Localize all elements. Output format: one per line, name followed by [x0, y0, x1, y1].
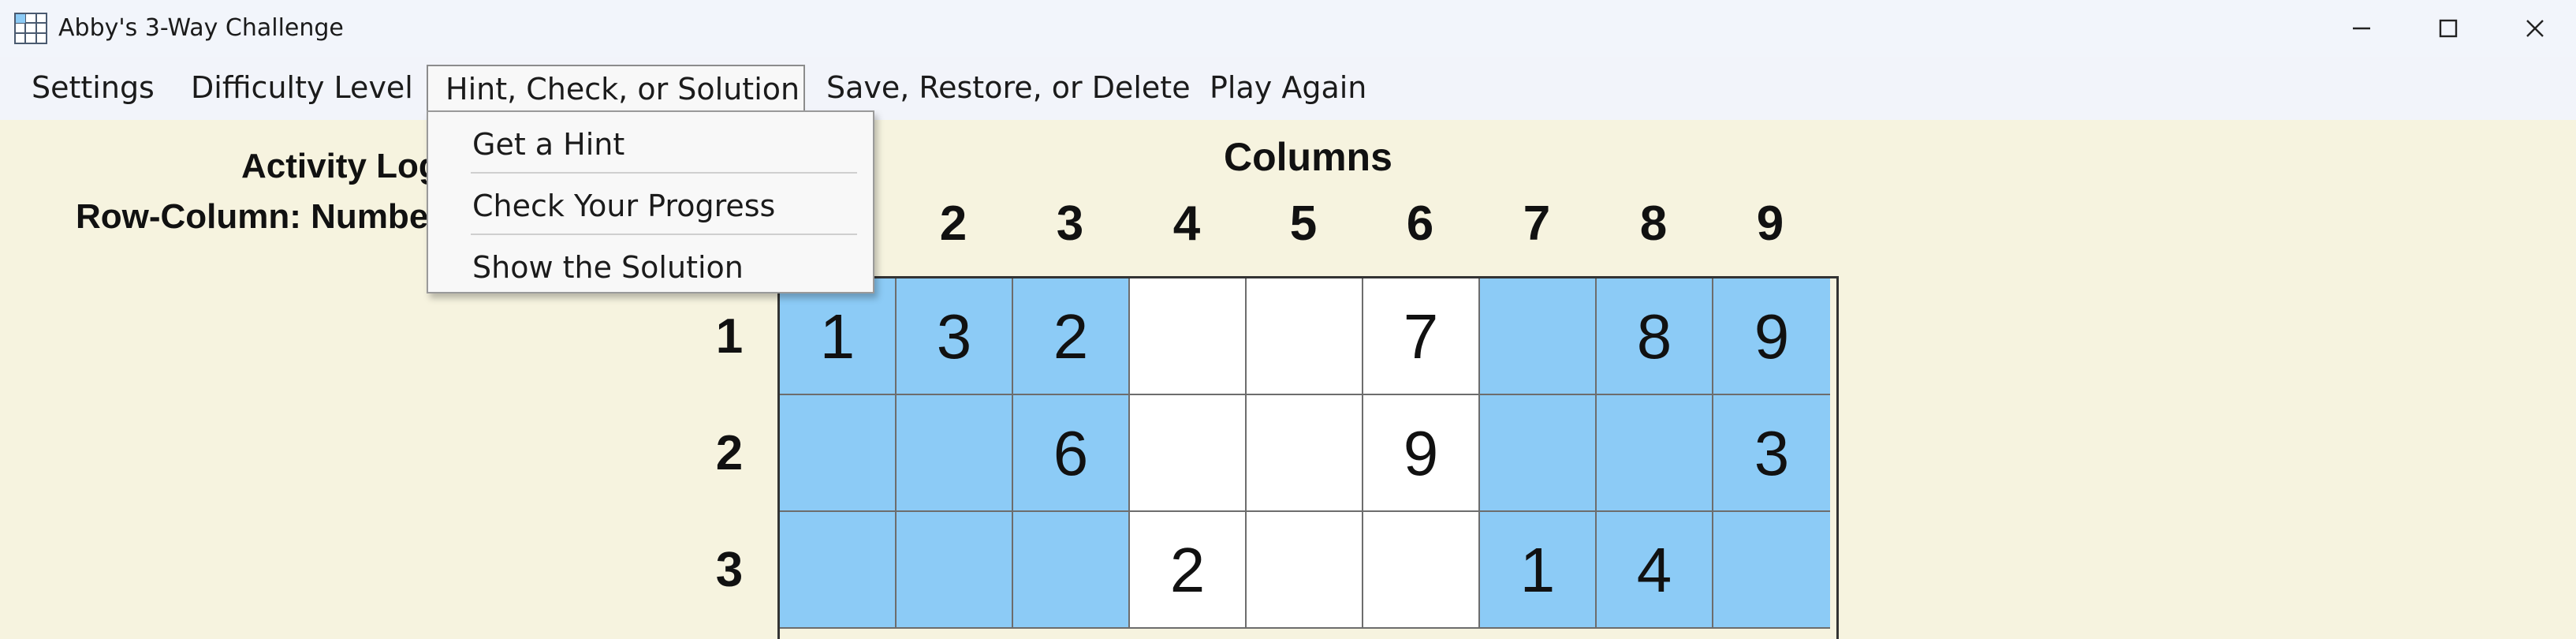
grid-cell-r3-c9[interactable] — [1713, 512, 1830, 629]
grid-cell-r3-c5[interactable] — [1247, 512, 1363, 629]
close-button[interactable] — [2492, 0, 2576, 57]
menu-check-your-progress[interactable]: Check Your Progress — [472, 178, 775, 234]
grid-cell-r1-c6[interactable]: 7 — [1363, 278, 1480, 395]
menu-bar: Settings Difficulty Level Hint, Check, o… — [0, 57, 2576, 120]
row-header-1: 1 — [715, 309, 744, 364]
column-header-5: 5 — [1289, 196, 1318, 251]
grid-cell-r3-c1[interactable] — [780, 512, 897, 629]
activity-log-title: Activity Log — [241, 147, 440, 185]
menu-difficulty-level[interactable]: Difficulty Level — [173, 65, 431, 110]
activity-log-subtitle: Row-Column: Number — [76, 197, 442, 236]
menu-separator — [471, 172, 857, 174]
menu-play-again[interactable]: Play Again — [1192, 65, 1384, 110]
grid-cell-r2-c5[interactable] — [1247, 395, 1363, 512]
menu-hint-check-solution[interactable]: Hint, Check, or Solution — [427, 65, 805, 110]
grid-cell-r1-c8[interactable]: 8 — [1597, 278, 1713, 395]
grid-cell-r2-c4[interactable] — [1130, 395, 1247, 512]
grid-cell-r2-c6[interactable]: 9 — [1363, 395, 1480, 512]
grid-cell-r1-c9[interactable]: 9 — [1713, 278, 1830, 395]
grid-cell-r2-c7[interactable] — [1480, 395, 1597, 512]
grid-cell-r3-c6[interactable] — [1363, 512, 1480, 629]
close-icon — [2526, 20, 2544, 37]
grid-cell-r2-c8[interactable] — [1597, 395, 1713, 512]
grid-cell-r1-c1[interactable]: 1 — [780, 278, 897, 395]
column-header-8: 8 — [1639, 196, 1668, 251]
grid-cell-r2-c3[interactable]: 6 — [1013, 395, 1130, 512]
puzzle-grid: 132789693214 — [777, 276, 1839, 639]
window-title: Abby's 3-Way Challenge — [58, 14, 344, 42]
column-header-7: 7 — [1523, 196, 1551, 251]
grid-cell-r2-c1[interactable] — [780, 395, 897, 512]
grid-cell-r3-c4[interactable]: 2 — [1130, 512, 1247, 629]
grid-cell-r3-c8[interactable]: 4 — [1597, 512, 1713, 629]
grid-cell-r2-c9[interactable]: 3 — [1713, 395, 1830, 512]
menu-separator — [471, 234, 857, 235]
columns-label: Columns — [1224, 135, 1392, 179]
row-header-3: 3 — [715, 543, 744, 597]
grid-cell-r1-c5[interactable] — [1247, 278, 1363, 395]
menu-get-a-hint[interactable]: Get a Hint — [472, 117, 624, 172]
minimize-icon — [2353, 27, 2370, 30]
grid-cell-r3-c2[interactable] — [897, 512, 1013, 629]
menu-settings[interactable]: Settings — [14, 65, 172, 110]
hint-check-solution-dropdown: Get a Hint Check Your Progress Show the … — [427, 110, 874, 293]
menu-save-restore-delete[interactable]: Save, Restore, or Delete — [809, 65, 1208, 110]
minimize-button[interactable] — [2318, 0, 2405, 57]
column-header-3: 3 — [1056, 196, 1084, 251]
grid-cell-r2-c2[interactable] — [897, 395, 1013, 512]
grid-cell-r1-c2[interactable]: 3 — [897, 278, 1013, 395]
row-header-2: 2 — [715, 426, 744, 480]
column-header-6: 6 — [1406, 196, 1434, 251]
column-header-4: 4 — [1172, 196, 1201, 251]
grid-cell-r1-c4[interactable] — [1130, 278, 1247, 395]
maximize-icon — [2439, 19, 2458, 38]
column-header-2: 2 — [939, 196, 967, 251]
title-bar: Abby's 3-Way Challenge — [0, 0, 2576, 57]
maximize-button[interactable] — [2405, 0, 2492, 57]
column-header-9: 9 — [1756, 196, 1784, 251]
grid-app-icon — [14, 13, 47, 44]
menu-show-the-solution[interactable]: Show the Solution — [472, 240, 744, 295]
grid-cell-r3-c3[interactable] — [1013, 512, 1130, 629]
grid-cell-r3-c7[interactable]: 1 — [1480, 512, 1597, 629]
grid-cell-r1-c7[interactable] — [1480, 278, 1597, 395]
grid-cell-r1-c3[interactable]: 2 — [1013, 278, 1130, 395]
